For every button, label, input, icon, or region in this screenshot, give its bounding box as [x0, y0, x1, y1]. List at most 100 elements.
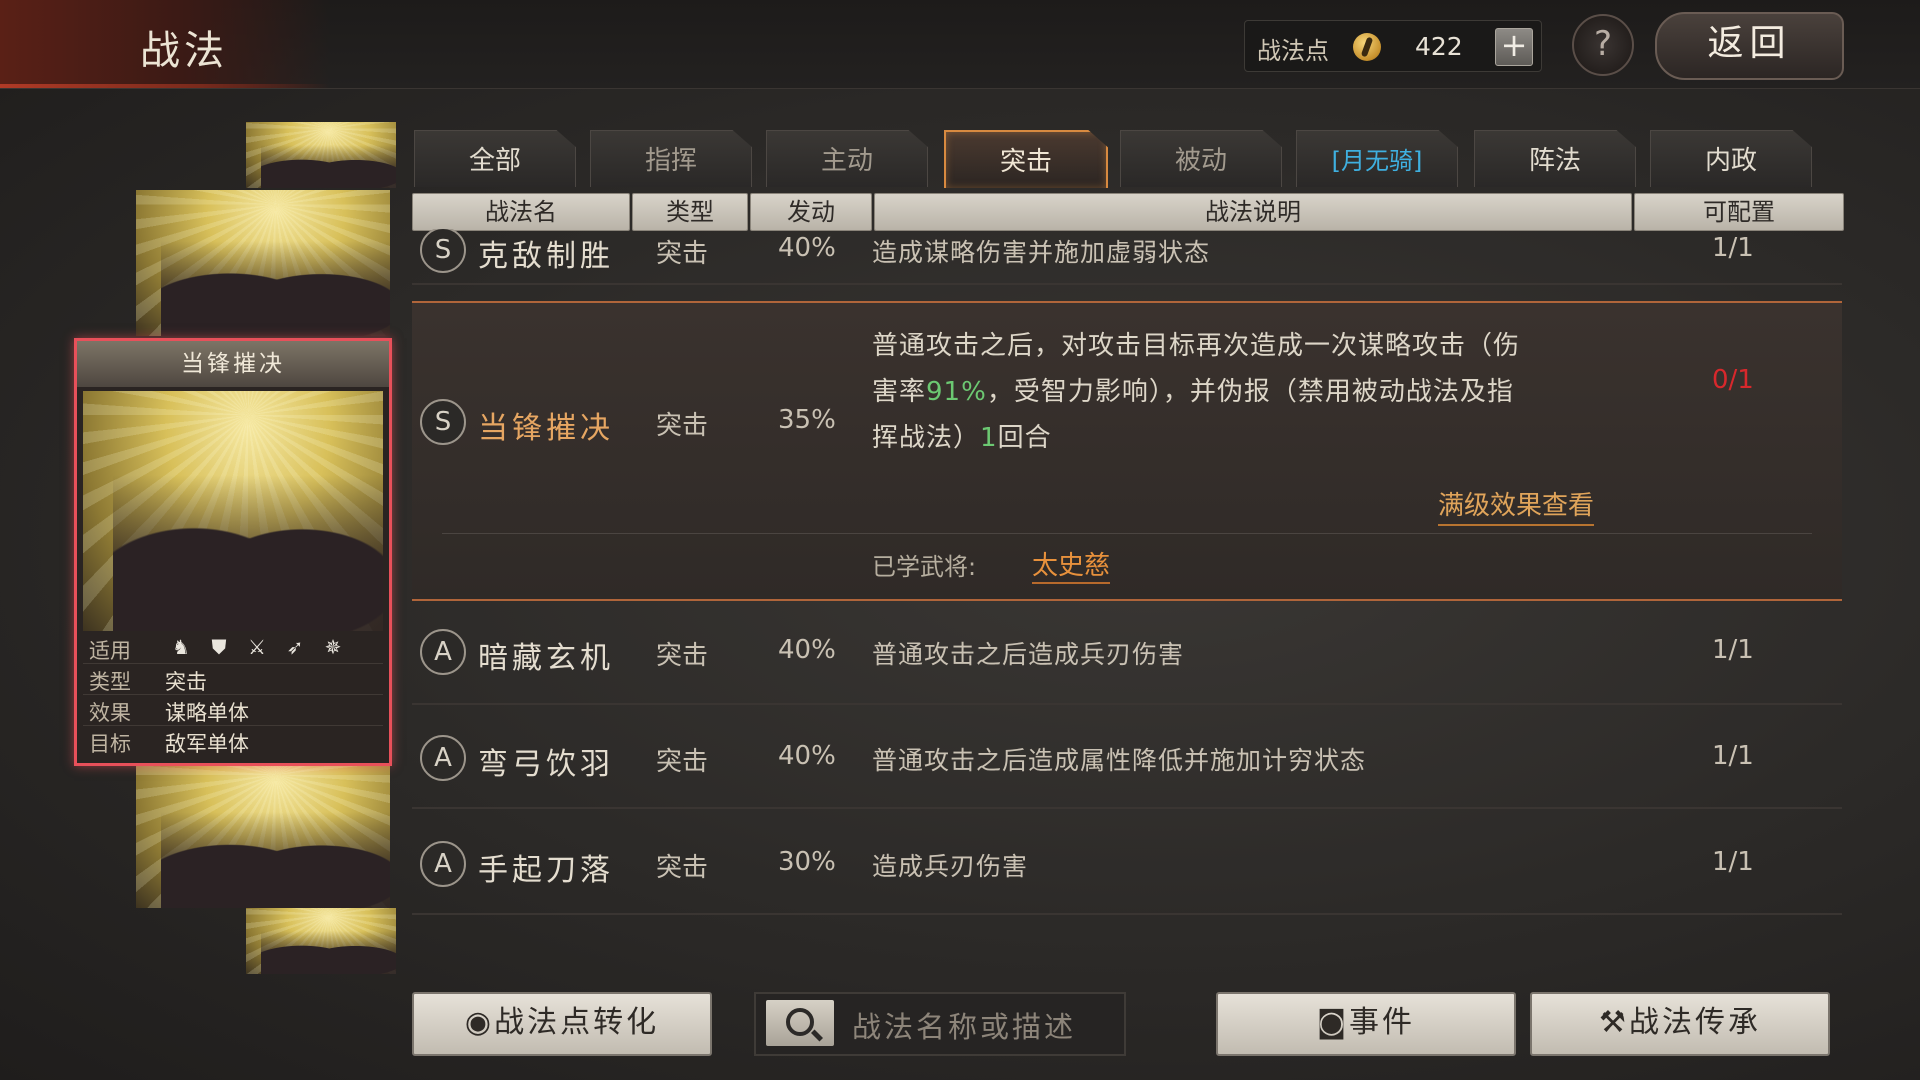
- card-art-silhouette: [261, 931, 396, 974]
- tactic-description: 造成兵刃伤害: [872, 852, 1029, 881]
- search-icon: [786, 1008, 814, 1036]
- card-thumbnail-bottom[interactable]: [246, 908, 396, 974]
- tactic-row-expanded[interactable]: S 当锋摧决 突击 35% 普通攻击之后，对攻击目标再次造成一次谋略攻击（伤 害…: [412, 301, 1842, 601]
- full-effect-link[interactable]: 满级效果查看: [1438, 485, 1595, 526]
- tactic-count: 0/1: [1712, 365, 1754, 395]
- learned-generals-label: 已学武将:: [872, 553, 977, 581]
- tactic-description: 普通攻击之后造成属性降低并施加计穷状态: [872, 746, 1367, 775]
- tactic-rate: 30%: [778, 847, 836, 877]
- card-thumbnail-next[interactable]: [136, 760, 390, 908]
- tactic-description: 造成谋略伤害并施加虚弱状态: [872, 238, 1211, 267]
- effect-value: 谋略单体: [165, 701, 249, 725]
- tactic-name: 弯弓饮羽: [478, 747, 614, 782]
- tactic-count: 1/1: [1712, 233, 1754, 263]
- search-field[interactable]: 战法名称或描述: [754, 992, 1126, 1056]
- tactic-list[interactable]: S 克敌制胜 突击 40% 造成谋略伤害并施加虚弱状态 1/1 S 当锋摧决 突…: [412, 229, 1842, 969]
- tab-all[interactable]: 全部: [414, 130, 576, 187]
- card-art-silhouette: [161, 811, 390, 908]
- alert-icon: ◙: [1316, 1005, 1350, 1040]
- tactic-rate: 40%: [778, 741, 836, 771]
- tactic-row[interactable]: S 克敌制胜 突击 40% 造成谋略伤害并施加虚弱状态 1/1: [412, 229, 1842, 285]
- tab-command[interactable]: 指挥: [590, 130, 752, 187]
- tactic-name: 手起刀落: [478, 853, 614, 888]
- grade-badge: A: [420, 841, 466, 887]
- attr-row-target: 目标 敌军单体: [83, 726, 383, 756]
- attr-row-effect: 效果 谋略单体: [83, 695, 383, 726]
- tactic-type: 突击: [656, 641, 709, 671]
- col-header-trigger[interactable]: 发动: [750, 193, 872, 231]
- tab-active[interactable]: 主动: [766, 130, 928, 187]
- duration-value: 1: [980, 423, 998, 453]
- selected-card-title: 当锋摧决: [77, 341, 389, 387]
- target-label: 目标: [89, 732, 131, 756]
- tactic-description: 普通攻击之后造成兵刃伤害: [872, 640, 1185, 669]
- chariot-wheel-icon: ✵: [324, 635, 342, 659]
- back-button[interactable]: 返回: [1655, 12, 1844, 80]
- tactic-row[interactable]: A 弯弓饮羽 突击 40% 普通攻击之后造成属性降低并施加计穷状态 1/1: [412, 705, 1842, 809]
- tactic-rate: 40%: [778, 233, 836, 263]
- tactic-type: 突击: [656, 411, 709, 441]
- tactic-row[interactable]: A 手起刀落 突击 30% 造成兵刃伤害 1/1: [412, 809, 1842, 915]
- learned-general-link[interactable]: 太史慈: [1032, 545, 1111, 584]
- tactic-name: 克敌制胜: [478, 239, 614, 274]
- attr-row-type: 类型 突击: [83, 664, 383, 695]
- applicable-label: 适用: [89, 639, 131, 663]
- divider: [442, 533, 1812, 534]
- desc-line-2-post: ，受智力影响），并伪报（禁用被动战法及指: [986, 377, 1514, 407]
- help-button[interactable]: ?: [1572, 14, 1634, 76]
- cavalry-icon: ♞: [172, 635, 190, 659]
- card-art-silhouette: [261, 145, 396, 188]
- tactic-name: 暗藏玄机: [478, 641, 614, 676]
- grade-badge: A: [420, 629, 466, 675]
- tactic-count: 1/1: [1712, 741, 1754, 771]
- convert-points-label: 战法点转化: [494, 1005, 660, 1040]
- events-button[interactable]: ◙事件: [1216, 992, 1516, 1056]
- desc-line-2: 害率91%，受智力影响），并伪报（禁用被动战法及指: [872, 369, 1632, 415]
- tab-passive[interactable]: 被动: [1120, 130, 1282, 187]
- col-header-configurable[interactable]: 可配置: [1634, 193, 1844, 231]
- tactic-points-label: 战法点: [1257, 37, 1329, 65]
- col-header-description: 战法说明: [874, 193, 1632, 231]
- search-placeholder: 战法名称或描述: [852, 1010, 1077, 1044]
- inherit-tactic-button[interactable]: ⚒战法传承: [1530, 992, 1830, 1056]
- tactic-points-value: 422: [1415, 32, 1463, 61]
- tab-internal-affairs[interactable]: 内政: [1650, 130, 1812, 187]
- grade-badge: S: [420, 399, 466, 445]
- search-button[interactable]: [766, 1000, 834, 1046]
- effect-label: 效果: [89, 701, 131, 725]
- tab-filter-unit[interactable]: [月无骑]: [1296, 130, 1458, 187]
- tactic-rate: 35%: [778, 405, 836, 435]
- desc-line-1: 普通攻击之后，对攻击目标再次造成一次谋略攻击（伤: [872, 331, 1521, 361]
- col-header-type[interactable]: 类型: [632, 193, 748, 231]
- card-thumbnail-top[interactable]: [246, 122, 396, 188]
- tactic-points-display: 战法点 422 +: [1244, 20, 1542, 72]
- damage-rate-value: 91%: [926, 377, 987, 407]
- tactic-row[interactable]: A 暗藏玄机 突击 40% 普通攻击之后造成兵刃伤害 1/1: [412, 601, 1842, 705]
- tab-formation[interactable]: 阵法: [1474, 130, 1636, 187]
- tactic-rate: 40%: [778, 635, 836, 665]
- desc-line-3-pre: 挥战法）: [872, 423, 981, 453]
- add-points-button[interactable]: +: [1495, 28, 1533, 66]
- crossed-swords-icon: ⚔: [248, 635, 266, 659]
- desc-line-3-post: 回合: [997, 423, 1052, 453]
- tactic-type: 突击: [656, 239, 709, 269]
- bow-icon: ➶: [286, 635, 304, 659]
- selected-tactic-card[interactable]: 当锋摧决 适用 ♞ ⛊ ⚔ ➶ ✵ 类型 突击 效果 谋略单体 目标 敌军单体: [74, 338, 392, 766]
- tactic-full-description: 普通攻击之后，对攻击目标再次造成一次谋略攻击（伤 害率91%，受智力影响），并伪…: [872, 323, 1632, 461]
- inherit-tactic-label: 战法传承: [1628, 1005, 1761, 1040]
- col-header-name[interactable]: 战法名: [412, 193, 630, 231]
- shield-icon: ⛊: [211, 635, 227, 659]
- desc-line-2-pre: 害率: [872, 377, 927, 407]
- card-art-silhouette: [113, 475, 383, 631]
- page-title: 战法: [140, 28, 228, 74]
- selected-card-art: [83, 391, 383, 631]
- events-label: 事件: [1349, 1005, 1416, 1040]
- points-coin-icon: ◉: [464, 1005, 495, 1040]
- attr-row-applicable: 适用 ♞ ⛊ ⚔ ➶ ✵: [83, 633, 383, 664]
- tab-assault[interactable]: 突击: [944, 130, 1108, 188]
- hammer-icon: ⚒: [1599, 1005, 1629, 1040]
- card-thumbnail-prev[interactable]: [136, 190, 390, 336]
- tactic-count: 1/1: [1712, 847, 1754, 877]
- card-art-silhouette: [161, 241, 390, 336]
- convert-points-button[interactable]: ◉战法点转化: [412, 992, 712, 1056]
